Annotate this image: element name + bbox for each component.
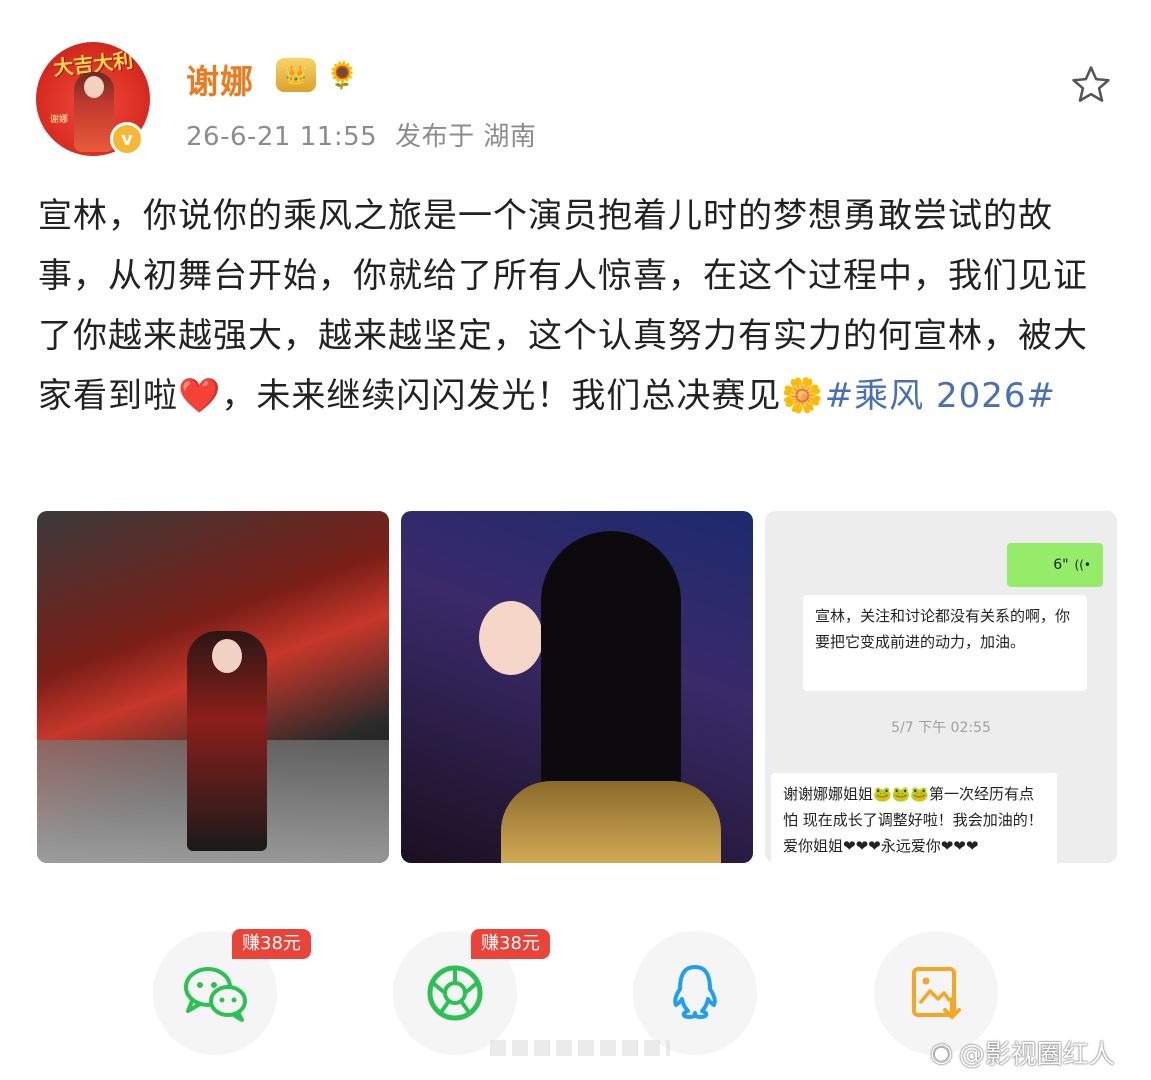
sunflower-badge-icon[interactable]: 🌻 (326, 60, 358, 92)
voice-duration: 6" (1053, 557, 1069, 573)
wechat-icon (184, 967, 247, 1022)
post-text: 宣林，你说你的乘风之旅是一个演员抱着儿时的梦想勇敢尝试的故事，从初舞台开始，你就… (38, 186, 1118, 426)
bottom-placeholder (490, 1040, 670, 1056)
sun-emoji-icon: 🌼 (781, 376, 825, 416)
voice-wave-icon: ((• (1074, 558, 1091, 572)
weibo-logo-icon: ◉ (930, 1037, 953, 1068)
hug-dress (501, 781, 721, 863)
watermark-text: @影视圈红人 (958, 1040, 1115, 1070)
moments-icon (427, 965, 483, 1021)
reward-badge-wechat: 赚38元 (232, 929, 311, 959)
chat-bubble-1: 宣林，关注和讨论都没有关系的啊，你要把它变成前进的动力，加油。 (803, 595, 1087, 691)
crown-badge-icon[interactable]: 👑 (276, 58, 316, 92)
avatar-face (84, 76, 104, 98)
hug-face (479, 601, 543, 675)
star-icon (1072, 66, 1110, 102)
verified-badge-icon: v (110, 122, 144, 156)
reward-badge-moments: 赚38元 (471, 929, 550, 959)
post-date: 26-6-21 11:55 (186, 122, 378, 152)
favorite-button[interactable] (1066, 60, 1116, 110)
avatar-seal: 谢娜 (50, 115, 69, 125)
source-watermark: ◉ @影视圈红人 (930, 1034, 1115, 1071)
share-qq-button[interactable] (633, 931, 757, 1055)
post-image-3-chat-screenshot[interactable]: 6" ((• 宣林，关注和讨论都没有关系的啊，你要把它变成前进的动力，加油。 5/… (765, 511, 1117, 863)
post-text-part2: ，未来继续闪闪发光！我们总决赛见 (221, 376, 782, 416)
post-image-1[interactable] (37, 511, 389, 863)
chat-bubble-2: 谢谢娜娜姐姐🐸🐸🐸第一次经历有点怕 现在成长了调整好啦！我会加油的！爱你姐姐❤❤… (771, 773, 1057, 863)
voice-message-bubble: 6" ((• (1007, 543, 1103, 587)
qq-icon (673, 965, 717, 1019)
chat-timestamp: 5/7 下午 02:55 (891, 720, 991, 736)
heart-emoji-icon: ❤️ (178, 376, 222, 416)
post-meta: 26-6-21 11:55 发布于 湖南 (186, 116, 554, 153)
hashtag-link[interactable]: #乘风 2026# (825, 376, 1056, 416)
post-location: 发布于 湖南 (395, 122, 537, 152)
post-image-2[interactable] (401, 511, 753, 863)
save-image-icon (912, 967, 961, 1019)
performer-face (212, 639, 242, 673)
author-name[interactable]: 谢娜 (186, 55, 254, 103)
